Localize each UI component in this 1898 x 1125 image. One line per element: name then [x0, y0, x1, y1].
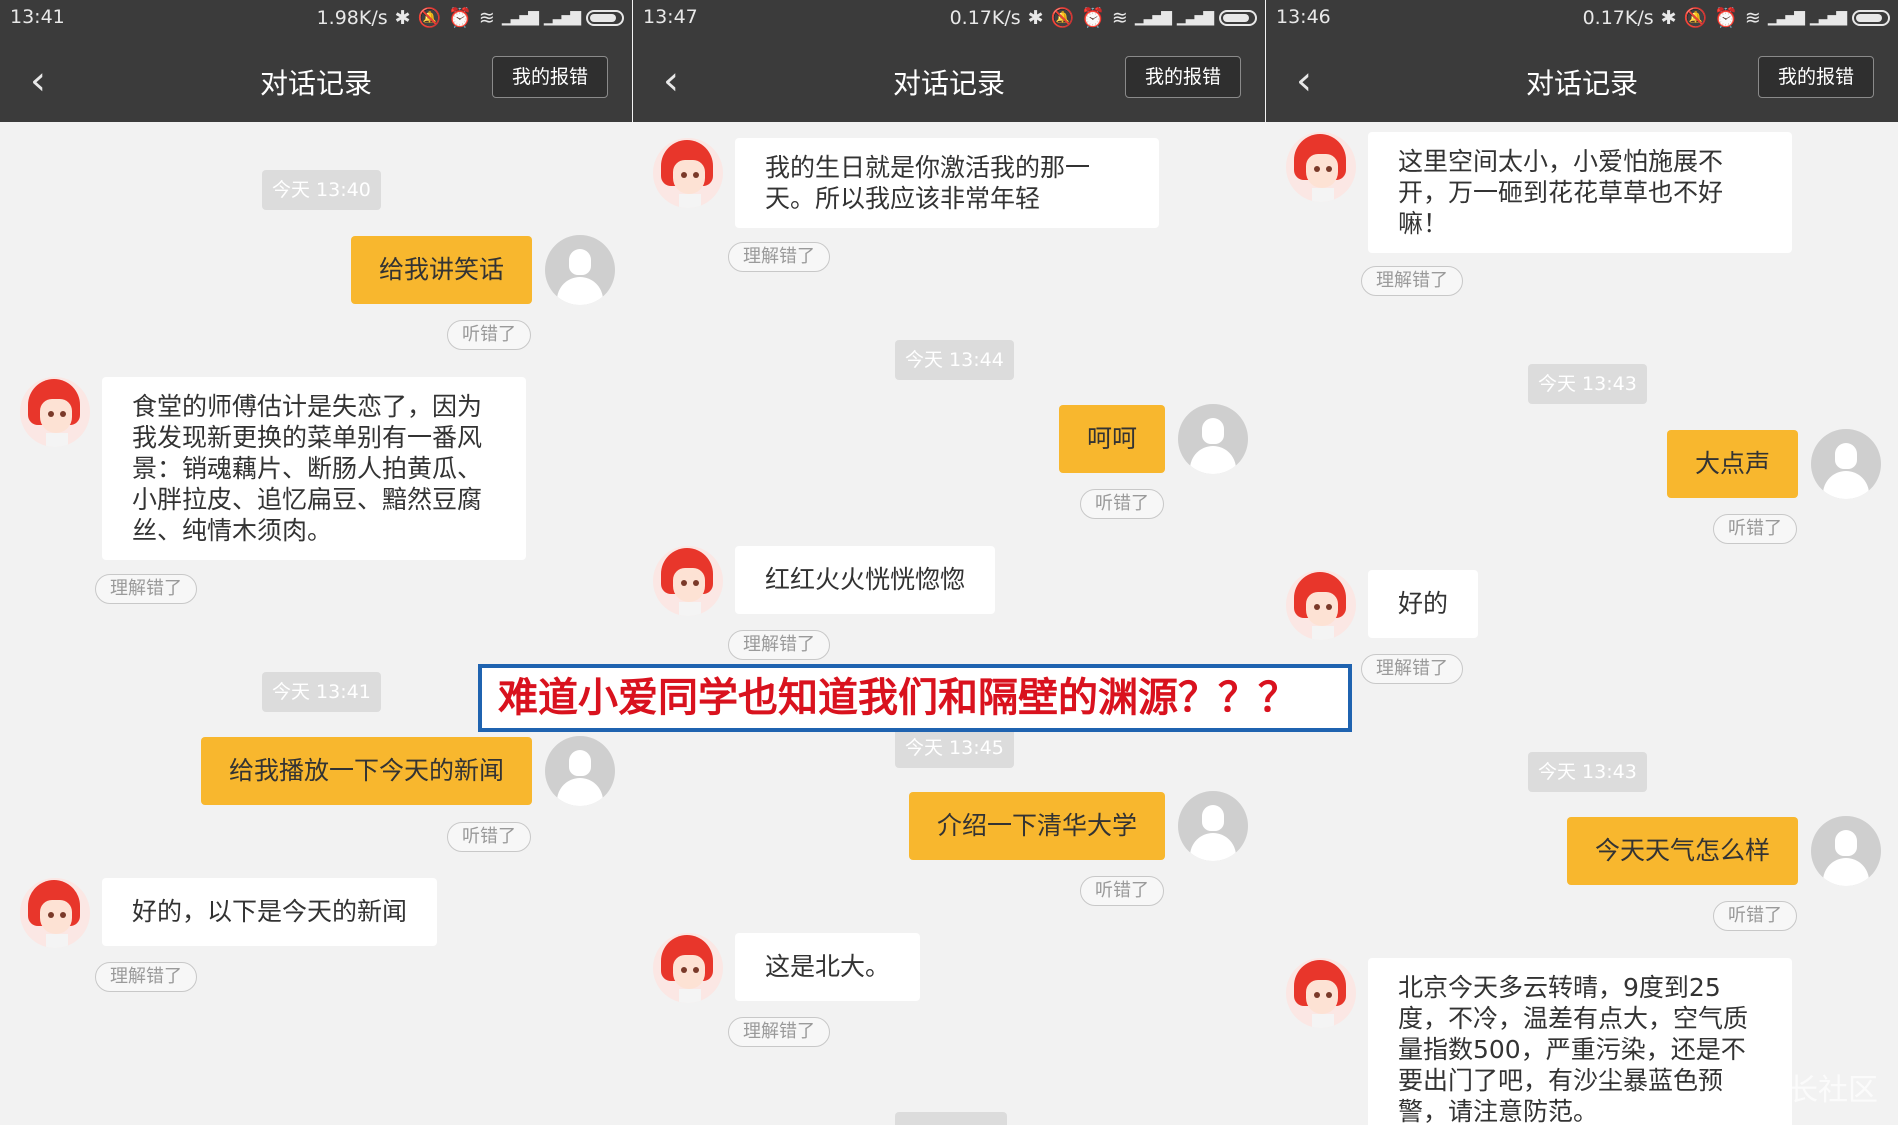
misheard-tag[interactable]: 听错了	[1713, 901, 1797, 931]
bot-message: 这是北大。	[735, 933, 921, 1001]
misheard-tag[interactable]: 听错了	[447, 320, 531, 350]
wifi-icon: ≋	[1111, 6, 1128, 29]
mute-icon: 🔕	[417, 7, 442, 29]
misunderstood-tag[interactable]: 理解错了	[1361, 266, 1463, 296]
my-report-button[interactable]: 我的报错	[492, 56, 608, 98]
bot-avatar	[20, 878, 90, 948]
user-avatar	[545, 736, 615, 806]
user-message: 呵呵	[1058, 405, 1165, 473]
user-message: 给我播放一下今天的新闻	[200, 737, 532, 805]
bluetooth-icon: ✱	[394, 6, 411, 29]
signal-icon-2: ▁▃▅▇	[1176, 9, 1214, 26]
bot-avatar	[1286, 570, 1356, 640]
chat-panel-1: 13:41 1.98K/s ✱ 🔕 ⏰ ≋ ▁▃▅▇ ▁▃▅▇ ‹ 对话记录 我…	[0, 0, 632, 1125]
mute-icon: 🔕	[1050, 7, 1075, 29]
battery-icon	[1219, 9, 1257, 26]
app-header: ‹ 对话记录 我的报错	[0, 36, 632, 122]
wifi-icon: ≋	[478, 6, 495, 29]
caption-overlay: 难道小爱同学也知道我们和隔壁的渊源？？？	[478, 664, 1352, 732]
status-icons: 0.17K/s ✱ 🔕 ⏰ ≋ ▁▃▅▇ ▁▃▅▇	[950, 6, 1257, 29]
timestamp: 今天 13:41	[262, 672, 381, 712]
bluetooth-icon: ✱	[1027, 6, 1044, 29]
bot-avatar	[1286, 958, 1356, 1028]
status-bar: 13:47 0.17K/s ✱ 🔕 ⏰ ≋ ▁▃▅▇ ▁▃▅▇	[633, 0, 1265, 36]
network-speed: 0.17K/s	[949, 6, 1021, 29]
bluetooth-icon: ✱	[1660, 6, 1677, 29]
user-message: 给我讲笑话	[350, 236, 532, 304]
chat-panel-3: 13:46 0.17K/s ✱ 🔕 ⏰ ≋ ▁▃▅▇ ▁▃▅▇ ‹ 对话记录 我…	[1266, 0, 1898, 1125]
battery-icon	[586, 9, 624, 26]
bot-message: 我的生日就是你激活我的那一天。所以我应该非常年轻	[735, 138, 1159, 228]
signal-icon: ▁▃▅▇	[1767, 9, 1805, 26]
bot-message: 红红火火恍恍惚惚	[735, 546, 996, 614]
misunderstood-tag[interactable]: 理解错了	[728, 1017, 830, 1047]
bot-message: 北京今天多云转晴，9度到25度，不冷，温差有点大，空气质量指数500，严重污染，…	[1368, 958, 1792, 1125]
signal-icon-2: ▁▃▅▇	[1809, 9, 1847, 26]
my-report-button[interactable]: 我的报错	[1125, 56, 1241, 98]
signal-icon: ▁▃▅▇	[1134, 9, 1172, 26]
misunderstood-tag[interactable]: 理解错了	[95, 574, 197, 604]
bot-avatar	[20, 377, 90, 447]
mute-icon: 🔕	[1683, 7, 1708, 29]
user-avatar	[545, 235, 615, 305]
bot-avatar	[653, 138, 723, 208]
bot-message: 好的	[1368, 570, 1479, 638]
timestamp: 今天 13:45	[895, 728, 1014, 768]
user-avatar	[1811, 429, 1881, 499]
signal-icon-2: ▁▃▅▇	[543, 9, 581, 26]
wifi-icon: ≋	[1744, 6, 1761, 29]
alarm-icon: ⏰	[1714, 7, 1738, 29]
bot-message: 好的，以下是今天的新闻	[102, 878, 438, 946]
misunderstood-tag[interactable]: 理解错了	[1361, 654, 1463, 684]
alarm-icon: ⏰	[448, 7, 472, 29]
app-header: ‹ 对话记录 我的报错	[1266, 36, 1898, 122]
status-bar: 13:46 0.17K/s ✱ 🔕 ⏰ ≋ ▁▃▅▇ ▁▃▅▇	[1266, 0, 1898, 36]
network-speed: 1.98K/s	[316, 6, 388, 29]
timestamp: 今天 13:43	[1528, 364, 1647, 404]
misunderstood-tag[interactable]: 理解错了	[728, 630, 830, 660]
user-avatar	[1811, 816, 1881, 886]
user-message: 今天天气怎么样	[1566, 817, 1798, 885]
timestamp: 今天 13:44	[895, 340, 1014, 380]
chat-panel-2: 13:47 0.17K/s ✱ 🔕 ⏰ ≋ ▁▃▅▇ ▁▃▅▇ ‹ 对话记录 我…	[633, 0, 1265, 1125]
user-message: 介绍一下清华大学	[908, 792, 1165, 860]
my-report-button[interactable]: 我的报错	[1758, 56, 1874, 98]
status-time: 13:46	[1276, 6, 1331, 28]
misunderstood-tag[interactable]: 理解错了	[728, 242, 830, 272]
bot-avatar	[653, 933, 723, 1003]
user-avatar	[1178, 791, 1248, 861]
bot-message: 这里空间太小，小爱怕施展不开，万一砸到花花草草也不好嘛！	[1368, 132, 1792, 253]
timestamp: 今天 13:40	[262, 170, 381, 210]
user-message: 大点声	[1666, 430, 1798, 498]
network-speed: 0.17K/s	[1582, 6, 1654, 29]
app-header: ‹ 对话记录 我的报错	[633, 36, 1265, 122]
bot-avatar	[1286, 132, 1356, 202]
timestamp-partial	[895, 1112, 1007, 1125]
misheard-tag[interactable]: 听错了	[1713, 514, 1797, 544]
user-avatar	[1178, 404, 1248, 474]
misunderstood-tag[interactable]: 理解错了	[95, 962, 197, 992]
bot-message: 食堂的师傅估计是失恋了，因为我发现新更换的菜单别有一番风景：销魂藕片、断肠人拍黄…	[102, 377, 526, 560]
misheard-tag[interactable]: 听错了	[447, 822, 531, 852]
watermark: 长社区	[1788, 1073, 1878, 1108]
timestamp: 今天 13:43	[1528, 752, 1647, 792]
status-time: 13:47	[643, 6, 698, 28]
alarm-icon: ⏰	[1081, 7, 1105, 29]
status-bar: 13:41 1.98K/s ✱ 🔕 ⏰ ≋ ▁▃▅▇ ▁▃▅▇	[0, 0, 632, 36]
misheard-tag[interactable]: 听错了	[1080, 876, 1164, 906]
signal-icon: ▁▃▅▇	[501, 9, 539, 26]
status-icons: 1.98K/s ✱ 🔕 ⏰ ≋ ▁▃▅▇ ▁▃▅▇	[317, 6, 624, 29]
bot-avatar	[653, 546, 723, 616]
misheard-tag[interactable]: 听错了	[1080, 489, 1164, 519]
battery-icon	[1852, 9, 1890, 26]
status-icons: 0.17K/s ✱ 🔕 ⏰ ≋ ▁▃▅▇ ▁▃▅▇	[1583, 6, 1890, 29]
status-time: 13:41	[10, 6, 65, 28]
